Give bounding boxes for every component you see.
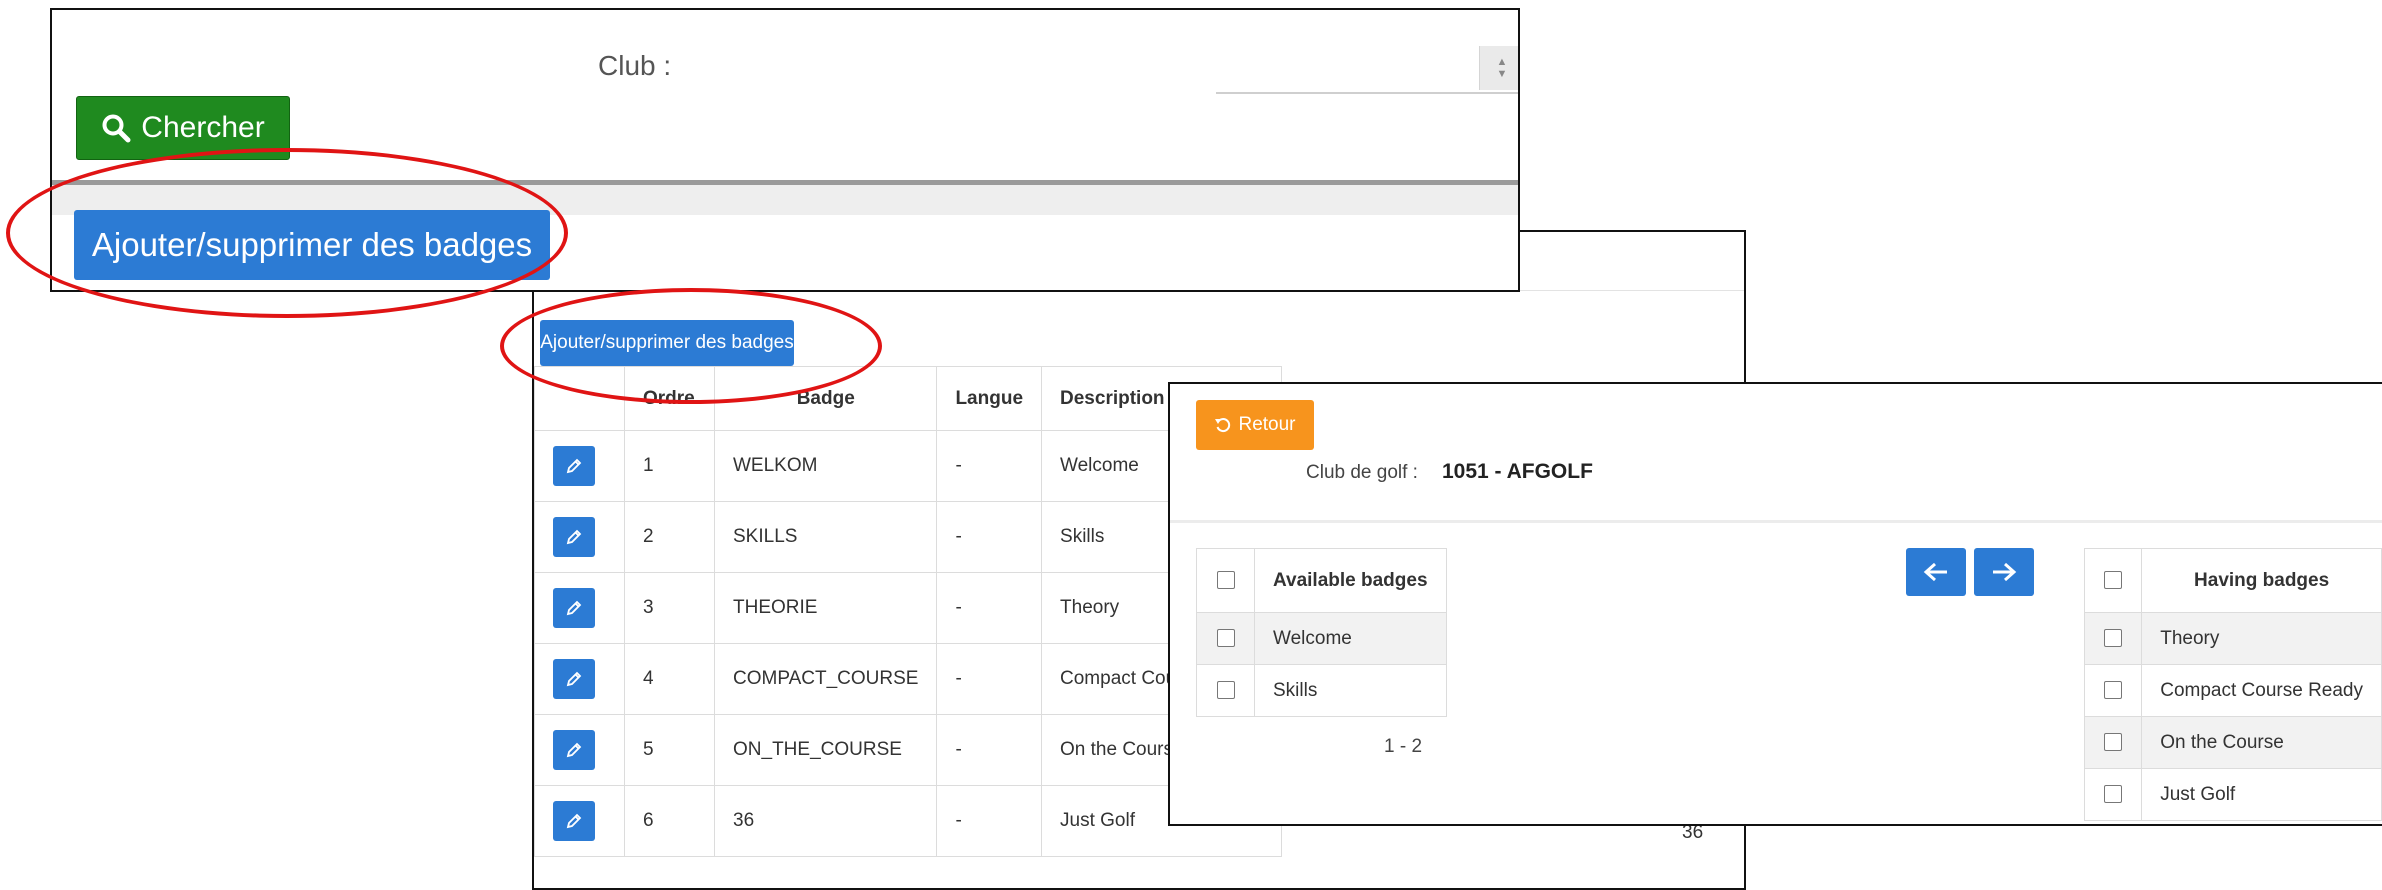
checkbox[interactable] — [2104, 785, 2123, 804]
search-icon — [102, 114, 131, 143]
pencil-icon — [566, 600, 582, 616]
available-badges-header: Available badges — [1254, 548, 1447, 613]
pencil-icon — [566, 813, 582, 829]
badge-cell: WELKOM — [713, 430, 938, 502]
back-button[interactable]: Retour — [1196, 400, 1314, 450]
language-cell: - — [936, 785, 1043, 857]
edit-button[interactable] — [553, 446, 595, 486]
order-cell: 1 — [624, 430, 715, 502]
column-header-language[interactable]: Langue — [936, 366, 1043, 431]
pagination-info: 1 - 2 — [1384, 736, 1423, 757]
order-cell: 6 — [624, 785, 715, 857]
having-badges-list: Having badges Theory Compact Course Read… — [2083, 548, 2382, 821]
add-remove-badges-button[interactable]: Ajouter/supprimer des badges — [74, 210, 550, 280]
edit-button[interactable] — [553, 801, 595, 841]
pencil-icon — [566, 742, 582, 758]
add-remove-badges-button-small[interactable]: Ajouter/supprimer des badges — [540, 320, 794, 366]
order-cell: 4 — [624, 643, 715, 715]
search-button-label: Chercher — [141, 111, 265, 144]
list-item[interactable]: Theory — [2083, 612, 2382, 665]
pencil-icon — [566, 671, 582, 687]
edit-button[interactable] — [553, 730, 595, 770]
actions-cell — [534, 430, 625, 502]
list-item[interactable]: Welcome — [1196, 612, 1447, 665]
undo-icon — [1215, 418, 1231, 433]
list-item-label: On the Course — [2141, 716, 2382, 769]
list-item-label: Theory — [2141, 612, 2382, 665]
language-cell: - — [936, 430, 1043, 502]
checkbox[interactable] — [1216, 629, 1235, 648]
pencil-icon — [566, 529, 582, 545]
divider — [1170, 520, 2382, 523]
having-badges-header: Having badges — [2141, 548, 2382, 613]
edit-button[interactable] — [553, 517, 595, 557]
edit-button[interactable] — [553, 659, 595, 699]
checkbox[interactable] — [2104, 629, 2123, 648]
language-cell: - — [936, 643, 1043, 715]
back-button-label: Retour — [1238, 414, 1296, 435]
actions-cell — [534, 714, 625, 786]
list-item[interactable]: Compact Course Ready — [2083, 664, 2382, 717]
club-label: Club : — [598, 50, 672, 81]
badge-transfer-panel: Retour Club de golf : 1051 - AFGOLF Avai… — [1168, 382, 2382, 826]
actions-cell — [534, 785, 625, 857]
golf-club-value: 1051 - AFGOLF — [1442, 460, 1593, 483]
order-cell: 3 — [624, 572, 715, 644]
badge-cell: THEORIE — [713, 572, 938, 644]
actions-cell — [534, 643, 625, 715]
language-cell: - — [936, 572, 1043, 644]
pencil-icon — [566, 458, 582, 474]
language-cell: - — [936, 714, 1043, 786]
list-item[interactable]: Just Golf — [2083, 768, 2382, 821]
column-header-badge[interactable]: Badge — [713, 366, 938, 431]
move-right-button[interactable] — [1974, 548, 2034, 596]
checkbox[interactable] — [2104, 571, 2123, 590]
badge-cell: COMPACT_COURSE — [713, 643, 938, 715]
list-item-label: Skills — [1254, 664, 1447, 717]
edit-button[interactable] — [553, 588, 595, 628]
available-badges-list: Available badges Welcome Skills — [1196, 548, 1447, 717]
actions-cell — [534, 572, 625, 644]
badge-cell: 36 — [713, 785, 938, 857]
list-item-label: Just Golf — [2141, 768, 2382, 821]
checkbox[interactable] — [1216, 571, 1235, 590]
checkbox[interactable] — [2104, 733, 2123, 752]
order-cell: 2 — [624, 501, 715, 573]
checkbox[interactable] — [2104, 681, 2123, 700]
list-item[interactable]: On the Course — [2083, 716, 2382, 769]
checkbox[interactable] — [1216, 681, 1235, 700]
golf-club-label: Club de golf : — [1306, 462, 1418, 483]
badge-cell: SKILLS — [713, 501, 938, 573]
order-cell: 5 — [624, 714, 715, 786]
actions-cell — [534, 501, 625, 573]
move-left-button[interactable] — [1906, 548, 1966, 596]
club-select[interactable]: ▲ ▼ — [1216, 40, 1518, 94]
arrow-right-icon — [1993, 562, 2017, 582]
language-cell: - — [936, 501, 1043, 573]
list-item[interactable]: Skills — [1196, 664, 1447, 717]
list-item-label: Compact Course Ready — [2141, 664, 2382, 717]
search-button[interactable]: Chercher — [76, 96, 290, 160]
list-item-label: Welcome — [1254, 612, 1447, 665]
select-all-available[interactable] — [1196, 548, 1255, 613]
badge-cell: ON_THE_COURSE — [713, 714, 938, 786]
select-arrows-icon: ▲ ▼ — [1479, 46, 1518, 90]
arrow-left-icon — [1923, 562, 1947, 582]
select-all-having[interactable] — [2083, 548, 2143, 613]
search-panel: Club : ▲ ▼ Chercher Ajouter/supprimer des… — [50, 8, 1520, 292]
column-header-order[interactable]: Ordre — [624, 366, 715, 431]
column-header-actions — [534, 366, 625, 431]
